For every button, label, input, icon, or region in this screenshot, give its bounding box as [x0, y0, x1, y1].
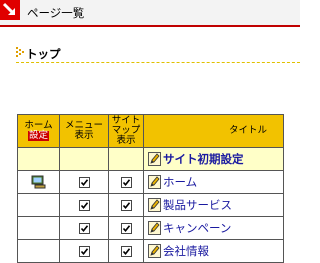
- checkmark-icon: [122, 225, 130, 233]
- sitemap-cell: [108, 239, 144, 263]
- page-link-home[interactable]: ホーム: [163, 175, 197, 189]
- pencil-icon[interactable]: [148, 198, 161, 212]
- home-cell: [17, 147, 60, 171]
- logo: [0, 0, 20, 20]
- pencil-icon[interactable]: [148, 221, 161, 235]
- table-header-row: ホーム 設定 メニュー 表示 サイト マップ 表示 タイトル: [17, 114, 284, 148]
- checkmark-icon: [80, 202, 88, 210]
- table-row: サイト初期設定: [17, 147, 284, 171]
- checkmark-icon: [80, 179, 88, 187]
- table-row: 製品サービス: [17, 193, 284, 217]
- title-cell: 会社情報: [143, 239, 284, 263]
- checkmark-icon: [80, 225, 88, 233]
- dotted-triangle-icon: [16, 47, 24, 57]
- checkmark-icon: [80, 248, 88, 256]
- menu-display-checkbox[interactable]: [78, 177, 90, 188]
- column-header-sitemap: サイト マップ 表示: [108, 114, 144, 148]
- sitemap-cell: [108, 193, 144, 217]
- home-setting-label: 設定: [27, 130, 49, 141]
- menu-cell: [59, 216, 109, 240]
- page-link-company-info[interactable]: 会社情報: [163, 244, 209, 258]
- menu-cell: [59, 170, 109, 194]
- page-link-site-settings[interactable]: サイト初期設定: [163, 152, 244, 166]
- menu-display-checkbox[interactable]: [78, 246, 90, 257]
- menu-cell: [59, 239, 109, 263]
- title-cell: サイト初期設定: [143, 147, 284, 171]
- pencil-icon[interactable]: [148, 175, 161, 189]
- table-row: 会社情報: [17, 239, 284, 263]
- menu-display-checkbox[interactable]: [78, 200, 90, 211]
- section-title: トップ: [26, 47, 61, 61]
- home-cell: [17, 170, 60, 194]
- sitemap-cell: [108, 147, 144, 171]
- home-cell: [17, 239, 60, 263]
- sitemap-display-checkbox[interactable]: [120, 177, 132, 188]
- column-header-title: タイトル: [143, 114, 284, 148]
- checkmark-icon: [122, 179, 130, 187]
- home-cell: [17, 216, 60, 240]
- table-row: キャンペーン: [17, 216, 284, 240]
- page-table: ホーム 設定 メニュー 表示 サイト マップ 表示 タイトル サイト初期設定 ホ…: [17, 114, 284, 263]
- page-header: ページ一覧: [0, 0, 300, 27]
- sitemap-display-checkbox[interactable]: [120, 200, 132, 211]
- column-header-menu: メニュー 表示: [59, 114, 109, 148]
- pencil-icon[interactable]: [148, 244, 161, 258]
- pencil-icon[interactable]: [148, 152, 161, 166]
- section-heading: トップ: [16, 44, 300, 63]
- page-link-campaign[interactable]: キャンペーン: [163, 221, 231, 235]
- menu-cell: [59, 147, 109, 171]
- arrow-down-right-icon: [2, 2, 16, 16]
- column-header-home: ホーム 設定: [17, 114, 60, 148]
- sitemap-display-checkbox[interactable]: [120, 246, 132, 257]
- menu-display-checkbox[interactable]: [78, 223, 90, 234]
- menu-cell: [59, 193, 109, 217]
- home-cell: [17, 193, 60, 217]
- checkmark-icon: [122, 248, 130, 256]
- title-cell: ホーム: [143, 170, 284, 194]
- page-title: ページ一覧: [27, 6, 85, 20]
- title-cell: 製品サービス: [143, 193, 284, 217]
- sitemap-display-checkbox[interactable]: [120, 223, 132, 234]
- sitemap-cell: [108, 216, 144, 240]
- sitemap-cell: [108, 170, 144, 194]
- table-row: ホーム: [17, 170, 284, 194]
- checkmark-icon: [122, 202, 130, 210]
- title-cell: キャンペーン: [143, 216, 284, 240]
- computer-icon: [31, 175, 45, 189]
- page-link-products[interactable]: 製品サービス: [163, 198, 232, 212]
